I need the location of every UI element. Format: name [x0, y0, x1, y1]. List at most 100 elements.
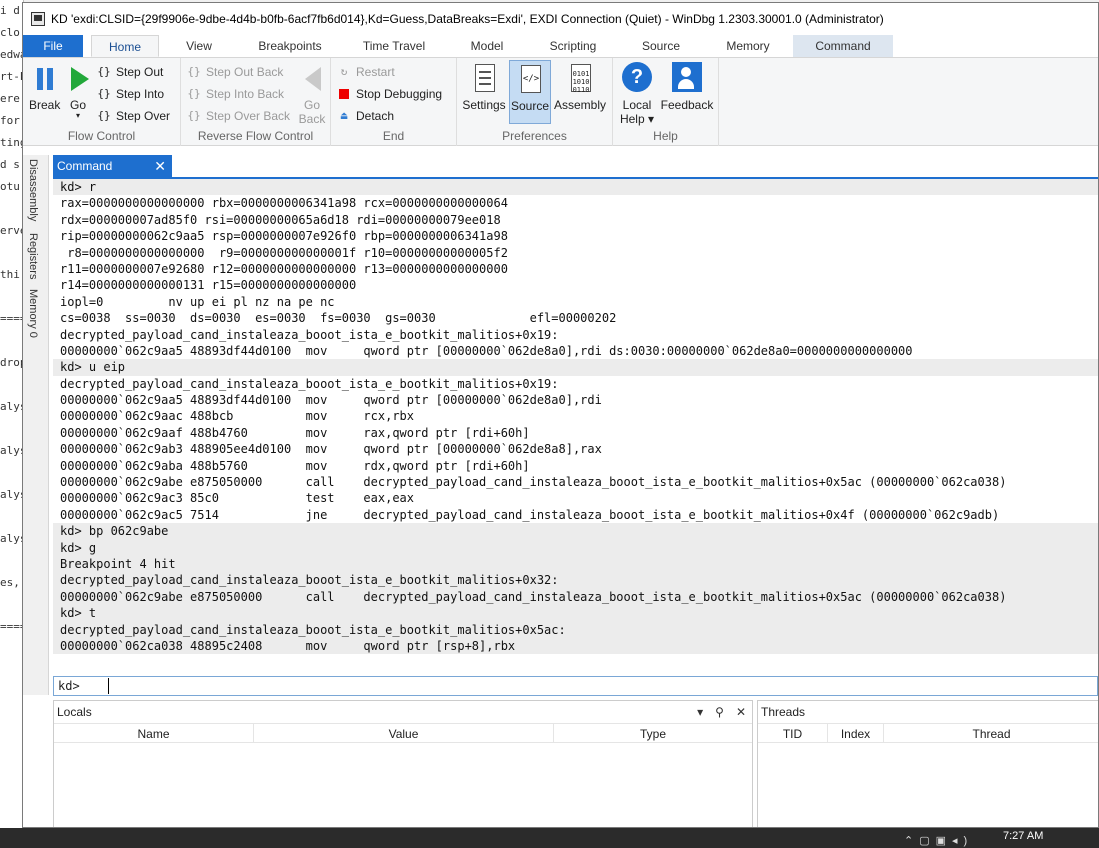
assembly-button[interactable]: 0101 1010 0110 Assembly — [553, 62, 607, 112]
column-index[interactable]: Index — [828, 724, 884, 742]
detach-button[interactable]: ⏏ Detach — [337, 106, 394, 126]
step-into-icon: {} — [97, 87, 111, 100]
go-label: Go — [69, 98, 86, 112]
output-line: rdx=000000007ad85f0 rsi=00000000065a6d18… — [60, 212, 501, 227]
step-out-icon: {} — [97, 65, 111, 78]
close-icon[interactable]: ✕ — [154, 155, 166, 177]
break-button[interactable]: Break — [29, 62, 61, 112]
background-text-line: es, — [0, 576, 20, 589]
background-text-line: alys — [0, 532, 24, 545]
step-over-back-button[interactable]: {} Step Over Back — [187, 106, 290, 126]
output-line: 00000000`062c9aa5 48893df44d0100 mov qwo… — [60, 393, 602, 408]
feedback-person-icon — [671, 62, 703, 94]
output-line: 00000000`062c9aaf 488b4760 mov rax,qword… — [60, 425, 530, 440]
side-tab-registers[interactable]: Registers — [27, 233, 39, 279]
source-code-icon: </> — [514, 63, 546, 95]
background-window: i d clo edwa rt-E ere for ting d s otu erve thi ===… — [0, 0, 24, 828]
back-arrow-icon — [297, 62, 329, 94]
output-line: r14=0000000000000131 r15=000000000000000… — [60, 278, 357, 293]
step-into-back-label: Step Into Back — [206, 87, 285, 101]
go-back-button[interactable]: Go Back — [297, 62, 327, 126]
settings-label: Settings — [462, 98, 506, 112]
command-output[interactable]: kd> r rax=0000000000000000 rbx=0000000006… — [53, 179, 1098, 675]
settings-button[interactable]: Settings — [461, 62, 507, 112]
source-button[interactable]: </> Source — [509, 60, 551, 124]
column-thread[interactable]: Thread — [884, 724, 1098, 742]
output-line: kd> r — [53, 179, 1098, 196]
tab-command[interactable]: Command — [793, 35, 893, 57]
source-label: Source — [510, 99, 550, 113]
step-into-button[interactable]: {} Step Into — [97, 84, 164, 104]
step-out-back-button[interactable]: {} Step Out Back — [187, 62, 283, 82]
dropdown-icon[interactable]: ▾ — [697, 701, 703, 723]
taskbar-clock[interactable]: 7:27 AM — [1003, 830, 1043, 842]
play-icon — [63, 62, 95, 94]
restart-button[interactable]: ↻ Restart — [337, 62, 395, 82]
tab-scripting[interactable]: Scripting — [527, 35, 619, 57]
background-text-line: drop — [0, 356, 24, 369]
column-value[interactable]: Value — [254, 724, 554, 742]
settings-document-icon — [468, 62, 500, 94]
side-tab-disassembly[interactable]: Disassembly — [27, 159, 39, 221]
windbg-app-icon — [31, 12, 45, 26]
system-tray-icons[interactable]: ⌃▢▣◂) — [904, 834, 973, 847]
side-tab-memory-0[interactable]: Memory 0 — [27, 289, 39, 338]
output-line: kd> bp 062c9abe — [53, 523, 1098, 540]
tab-view[interactable]: View — [159, 35, 239, 57]
threads-panel: Threads TID Index Thread — [757, 700, 1098, 827]
feedback-button[interactable]: Feedback — [659, 62, 715, 112]
output-line: 00000000`062c9ac3 85c0 test eax,eax — [60, 491, 415, 506]
step-into-back-button[interactable]: {} Step Into Back — [187, 84, 284, 104]
tab-home[interactable]: Home — [91, 35, 159, 57]
feedback-label: Feedback — [660, 98, 714, 112]
group-label-preferences: Preferences — [502, 129, 567, 143]
locals-title: Locals — [57, 705, 92, 719]
tab-breakpoints[interactable]: Breakpoints — [239, 35, 341, 57]
background-text-line — [0, 198, 23, 220]
close-icon[interactable]: ✕ — [736, 701, 746, 723]
background-text-line — [0, 550, 23, 572]
question-mark-icon: ? — [621, 62, 653, 94]
step-over-button[interactable]: {} Step Over — [97, 106, 170, 126]
stop-debugging-label: Stop Debugging — [356, 87, 443, 101]
stop-debugging-button[interactable]: Stop Debugging — [337, 84, 442, 104]
output-line: 00000000`062c9ac5 7514 jne decrypted_pay… — [60, 507, 1000, 522]
command-panel-tab[interactable]: Command ✕ — [53, 155, 172, 177]
column-name[interactable]: Name — [54, 724, 254, 742]
pause-icon — [29, 62, 61, 94]
tab-file[interactable]: File — [23, 35, 83, 57]
output-line: rip=00000000062c9aa5 rsp=0000000007e926f… — [60, 229, 508, 244]
step-out-button[interactable]: {} Step Out — [97, 62, 163, 82]
tab-model[interactable]: Model — [447, 35, 527, 57]
tab-memory[interactable]: Memory — [703, 35, 793, 57]
background-text-line: ere — [0, 92, 20, 105]
local-help-button[interactable]: ? Local Help ▾ — [617, 62, 657, 126]
locals-column-header: Name Value Type — [54, 723, 752, 743]
output-line: r11=0000000007e92680 r12=000000000000000… — [60, 261, 508, 276]
local-help-label-1: Local — [622, 98, 652, 112]
output-line: kd> u eip — [53, 359, 1098, 376]
locals-panel: Locals ▾ ⚲ ✕ Name Value Type — [53, 700, 753, 827]
tab-time-travel[interactable]: Time Travel — [341, 35, 447, 57]
pin-icon[interactable]: ⚲ — [715, 701, 724, 723]
assembly-binary-icon: 0101 1010 0110 — [564, 62, 596, 94]
threads-title: Threads — [761, 705, 806, 719]
background-text-line: alys — [0, 488, 24, 501]
tab-source[interactable]: Source — [619, 35, 703, 57]
output-line: decrypted_payload_cand_instaleaza_booot_… — [60, 376, 559, 391]
group-label-flow-control: Flow Control — [67, 129, 136, 143]
go-dropdown-icon[interactable]: ▾ — [63, 112, 93, 120]
side-tab-strip: Disassembly Registers Memory 0 — [23, 155, 49, 695]
column-type[interactable]: Type — [554, 724, 752, 742]
ribbon: Break Go ▾ {} Step Out {} Step Into {} S… — [23, 58, 1098, 146]
go-back-label-2: Back — [298, 112, 326, 126]
restart-label: Restart — [356, 65, 395, 79]
background-text-line: alys — [0, 444, 24, 457]
output-line: iopl=0 nv up ei pl nz na pe nc — [60, 294, 335, 309]
group-label-end: End — [382, 129, 405, 143]
column-tid[interactable]: TID — [758, 724, 828, 742]
output-line: r8=0000000000000000 r9=000000000000001f … — [60, 245, 508, 260]
go-button[interactable]: Go ▾ — [63, 62, 93, 120]
threads-column-header: TID Index Thread — [758, 723, 1098, 743]
command-input[interactable] — [108, 678, 908, 694]
